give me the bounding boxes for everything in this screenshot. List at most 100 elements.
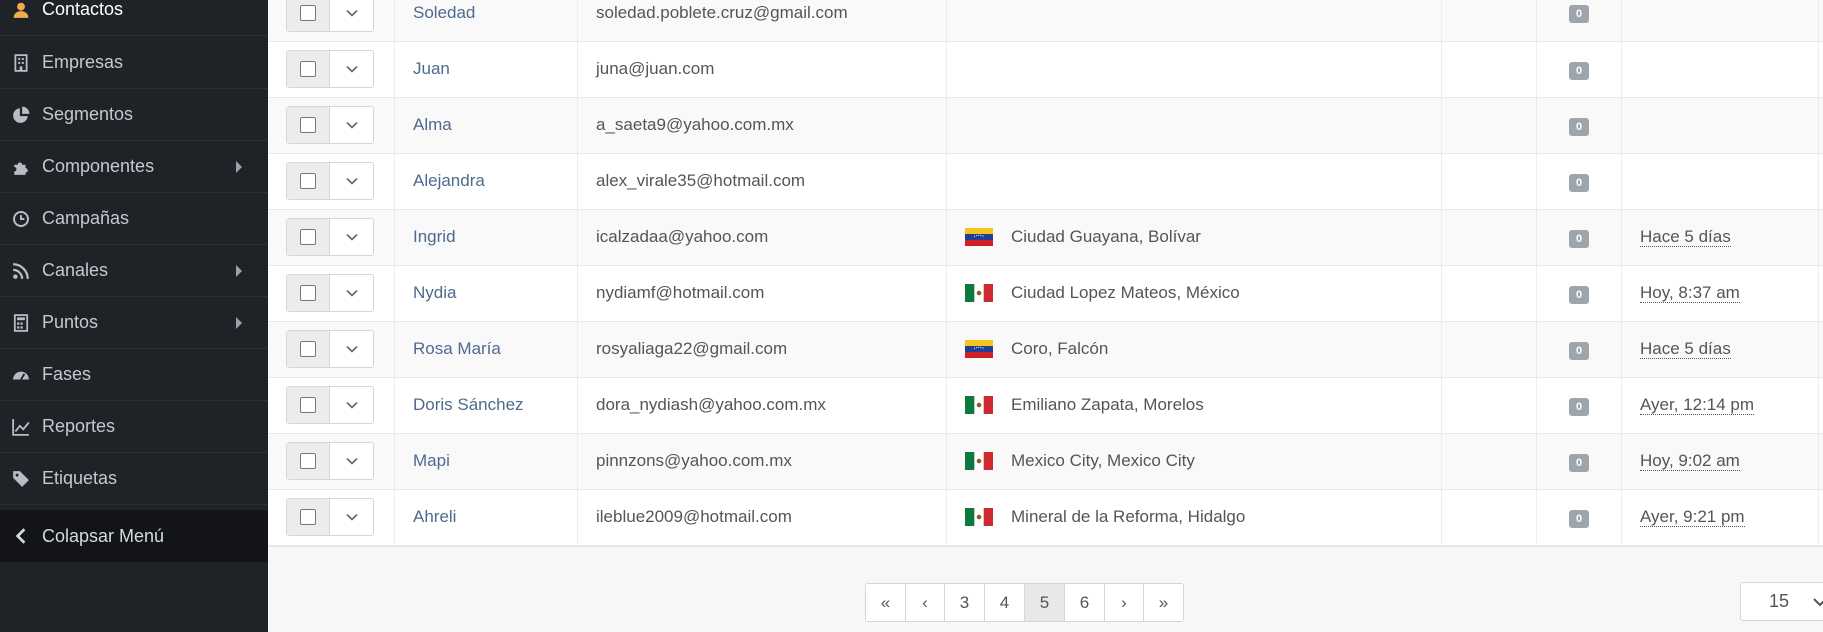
next-page-button[interactable]: › <box>1105 584 1144 621</box>
row-checkbox[interactable] <box>300 229 316 245</box>
contact-name-link[interactable]: Ahreli <box>394 489 578 546</box>
contact-id-link[interactable]: 76 <box>1818 97 1823 154</box>
row-select-button[interactable] <box>287 51 330 87</box>
contact-name-link[interactable]: Doris Sánchez <box>394 377 578 434</box>
row-actions-group <box>286 106 374 144</box>
contact-name-link[interactable]: Ingrid <box>394 209 578 266</box>
page-5-button[interactable]: 5 <box>1025 584 1065 621</box>
contact-id-link[interactable]: 335 <box>1818 489 1823 546</box>
table-row: Rosa María rosyaliaga22@gmail.com Coro, Fa… <box>268 321 1823 378</box>
row-checkbox[interactable] <box>300 341 316 357</box>
points-badge: 0 <box>1568 173 1590 192</box>
contact-id-link[interactable]: 338 <box>1818 265 1823 322</box>
contact-name-link[interactable]: Rosa María <box>394 321 578 378</box>
contact-name-link[interactable]: Nydia <box>394 265 578 322</box>
row-checkbox[interactable] <box>300 117 316 133</box>
row-actions-cell <box>268 0 395 42</box>
per-page-select[interactable]: 15 <box>1740 582 1823 621</box>
contact-id-link[interactable]: 325 <box>1818 209 1823 266</box>
page-3-button[interactable]: 3 <box>945 584 985 621</box>
sidebar-item-puntos[interactable]: Puntos <box>0 297 268 349</box>
row-select-button[interactable] <box>287 331 330 367</box>
last-active-time: Hace 5 días <box>1640 339 1731 359</box>
sidebar-item-etiquetas[interactable]: Etiquetas <box>0 453 268 505</box>
empty-cell <box>1441 321 1537 378</box>
prev-page-button[interactable]: ‹ <box>906 584 945 621</box>
sidebar-item-empresas[interactable]: Empresas <box>0 37 268 89</box>
contact-id-link[interactable]: 324 <box>1818 321 1823 378</box>
last-page-button[interactable]: » <box>1144 584 1183 621</box>
contact-location: Coro, Falcón <box>1011 339 1109 358</box>
contact-location: Emiliano Zapata, Morelos <box>1011 395 1204 414</box>
points-badge: 0 <box>1568 117 1590 136</box>
page-6-button[interactable]: 6 <box>1065 584 1105 621</box>
row-select-button[interactable] <box>287 0 330 31</box>
contact-id-link[interactable]: 339 <box>1818 433 1823 490</box>
row-dropdown-button[interactable] <box>330 107 373 143</box>
collapse-menu-button[interactable]: Colapsar Menú <box>0 510 268 562</box>
row-checkbox[interactable] <box>300 285 316 301</box>
first-page-button[interactable]: « <box>866 584 906 621</box>
contact-name-link[interactable]: Soledad <box>394 0 578 42</box>
sidebar-item-canales[interactable]: Canales <box>0 245 268 297</box>
row-select-button[interactable] <box>287 107 330 143</box>
row-select-button[interactable] <box>287 219 330 255</box>
page-4-button[interactable]: 4 <box>985 584 1025 621</box>
row-select-button[interactable] <box>287 499 330 535</box>
contact-id-link[interactable]: 75 <box>1818 41 1823 98</box>
contact-name-link[interactable]: Alma <box>394 97 578 154</box>
row-dropdown-button[interactable] <box>330 275 373 311</box>
contacts-table: Soledadsoledad.poblete.cruz@gmail.com 0 74… <box>268 0 1823 546</box>
row-select-button[interactable] <box>287 275 330 311</box>
row-actions-group <box>286 330 374 368</box>
sidebar-item-segmentos[interactable]: Segmentos <box>0 89 268 141</box>
contact-id-link[interactable]: 77 <box>1818 153 1823 210</box>
chevron-left-icon <box>0 527 42 545</box>
row-dropdown-button[interactable] <box>330 51 373 87</box>
contact-location-cell <box>946 97 1442 154</box>
row-dropdown-button[interactable] <box>330 163 373 199</box>
row-checkbox[interactable] <box>300 61 316 77</box>
row-select-button[interactable] <box>287 387 330 423</box>
mexico-flag-icon <box>965 508 993 526</box>
contact-name-link[interactable]: Mapi <box>394 433 578 490</box>
dashboard-icon <box>0 366 42 384</box>
contact-name-link[interactable]: Alejandra <box>394 153 578 210</box>
row-checkbox[interactable] <box>300 509 316 525</box>
row-dropdown-button[interactable] <box>330 331 373 367</box>
row-checkbox[interactable] <box>300 453 316 469</box>
row-dropdown-button[interactable] <box>330 387 373 423</box>
table-row: Alejandraalex_virale35@hotmail.com 0 77 <box>268 153 1823 210</box>
sidebar-item-label: Empresas <box>42 52 124 72</box>
sidebar-item-reportes[interactable]: Reportes <box>0 401 268 453</box>
sidebar-item-fases[interactable]: Fases <box>0 349 268 401</box>
contact-location-cell: Ciudad Lopez Mateos, México <box>946 265 1442 322</box>
sidebar-item-campanas[interactable]: Campañas <box>0 193 268 245</box>
empty-cell <box>1441 489 1537 546</box>
sidebar-item-contactos[interactable]: Contactos <box>0 0 268 36</box>
row-dropdown-button[interactable] <box>330 219 373 255</box>
contact-id-link[interactable]: 74 <box>1818 0 1823 42</box>
row-dropdown-button[interactable] <box>330 0 373 31</box>
contact-email: dora_nydiash@yahoo.com.mx <box>577 377 947 434</box>
contact-email: ileblue2009@hotmail.com <box>577 489 947 546</box>
contact-id-link[interactable]: 334 <box>1818 377 1823 434</box>
row-select-button[interactable] <box>287 443 330 479</box>
points-badge: 0 <box>1568 229 1590 248</box>
pagination: « ‹ 3 4 5 6 › » <box>865 583 1184 622</box>
points-badge: 0 <box>1568 285 1590 304</box>
row-actions-group <box>286 0 374 32</box>
row-checkbox[interactable] <box>300 397 316 413</box>
contact-name-link[interactable]: Juan <box>394 41 578 98</box>
row-dropdown-button[interactable] <box>330 499 373 535</box>
contact-email: nydiamf@hotmail.com <box>577 265 947 322</box>
points-badge: 0 <box>1568 397 1590 416</box>
sidebar-item-label: Componentes <box>42 156 155 176</box>
row-checkbox[interactable] <box>300 4 316 21</box>
contact-email: soledad.poblete.cruz@gmail.com <box>577 0 947 42</box>
sidebar-item-componentes[interactable]: Componentes <box>0 141 268 193</box>
row-select-button[interactable] <box>287 163 330 199</box>
row-checkbox[interactable] <box>300 173 316 189</box>
row-actions-group <box>286 50 374 88</box>
row-dropdown-button[interactable] <box>330 443 373 479</box>
